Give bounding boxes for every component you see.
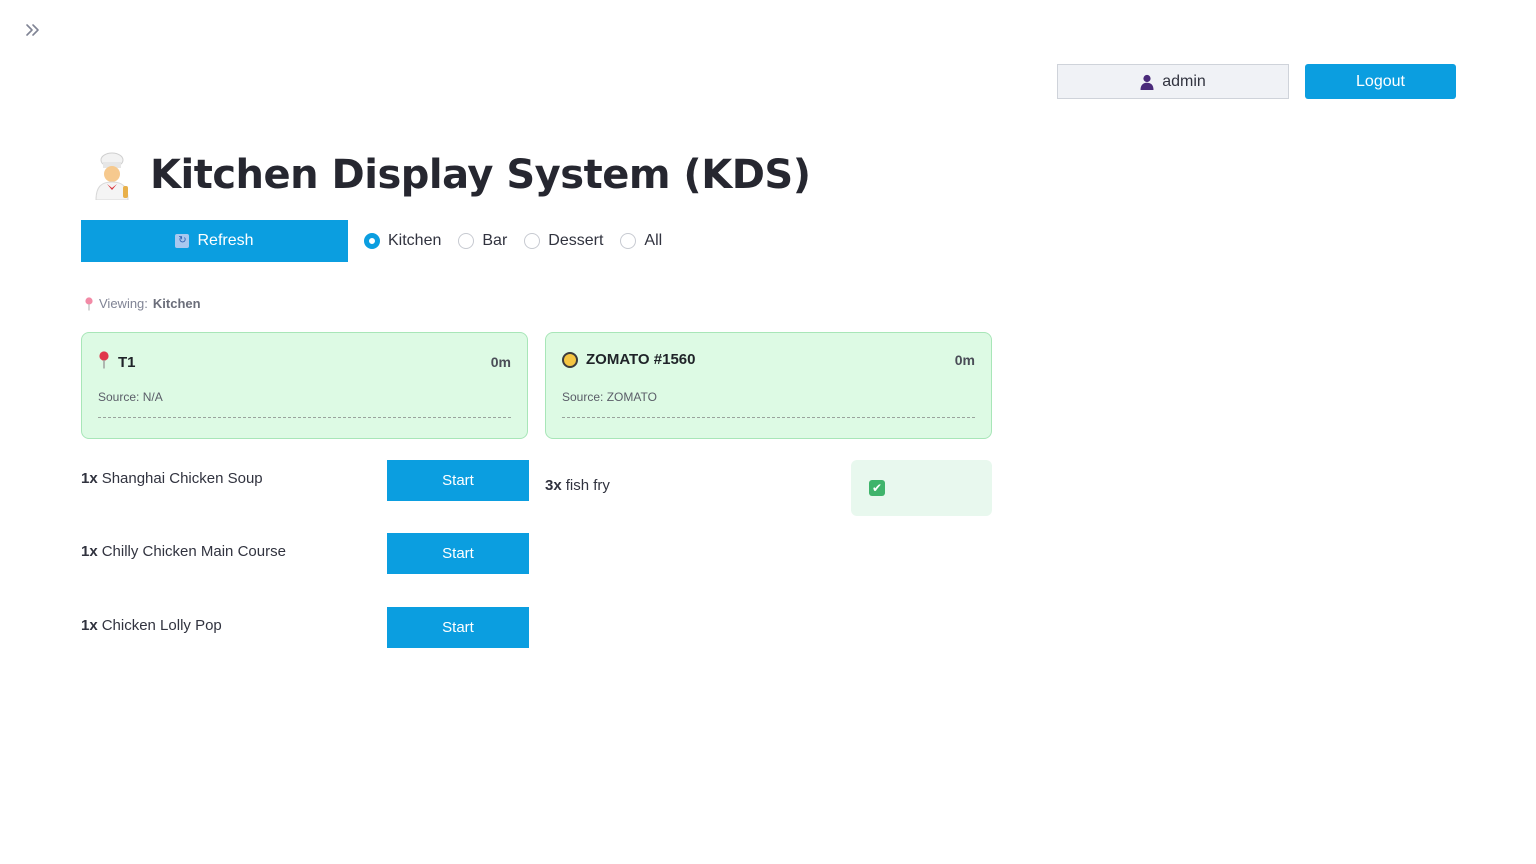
- pin-icon: [98, 351, 110, 373]
- logout-button[interactable]: Logout: [1305, 64, 1456, 99]
- radio-bar-circle[interactable]: [458, 233, 475, 249]
- radio-dessert[interactable]: Dessert: [524, 232, 603, 250]
- refresh-label: Refresh: [197, 232, 254, 249]
- item-qty: 1x: [81, 617, 98, 634]
- radio-kitchen-circle[interactable]: [364, 233, 380, 249]
- item-qty: 1x: [81, 543, 98, 560]
- item-name: Shanghai Chicken Soup: [101, 470, 263, 487]
- page-title: Kitchen Display System (KDS): [150, 152, 811, 198]
- user-icon: [1140, 74, 1154, 90]
- order-elapsed: 0m: [490, 354, 511, 370]
- order-item: 1x Shanghai Chicken Soup: [81, 470, 263, 487]
- card-divider: [562, 417, 975, 418]
- start-button[interactable]: Start: [387, 460, 529, 501]
- sidebar-expand-icon[interactable]: [24, 20, 42, 40]
- order-card-header: ZOMATO #1560 0m: [562, 351, 975, 368]
- viewing-prefix: Viewing:: [99, 296, 148, 311]
- order-elapsed: 0m: [954, 351, 975, 368]
- item-name: Chilly Chicken Main Course: [101, 543, 286, 560]
- radio-bar-label: Bar: [482, 232, 508, 249]
- start-button[interactable]: Start: [387, 533, 529, 574]
- username: admin: [1162, 72, 1206, 90]
- order-title: T1: [118, 353, 136, 371]
- card-divider: [98, 417, 511, 418]
- order-item: 1x Chilly Chicken Main Course: [81, 543, 286, 560]
- radio-kitchen-label: Kitchen: [388, 232, 442, 249]
- check-icon: ✔: [869, 480, 885, 496]
- order-title-group: T1: [98, 351, 136, 373]
- item-qty: 1x: [81, 470, 98, 487]
- refresh-icon: ↻: [175, 234, 190, 248]
- viewing-caption: Viewing: Kitchen: [84, 296, 201, 311]
- item-done-status: ✔: [851, 460, 992, 516]
- refresh-button[interactable]: ↻ Refresh: [81, 220, 348, 262]
- order-card-zomato-1560: ZOMATO #1560 0m Source: ZOMATO: [545, 332, 992, 439]
- order-source: Source: ZOMATO: [562, 390, 657, 404]
- chef-icon: [90, 150, 134, 201]
- viewing-value: Kitchen: [152, 296, 201, 311]
- radio-all-label: All: [644, 232, 663, 249]
- radio-all-circle[interactable]: [620, 233, 637, 249]
- station-radio-group: Kitchen Bar Dessert All: [364, 231, 679, 251]
- user-display: admin: [1057, 64, 1289, 99]
- radio-dessert-label: Dessert: [548, 232, 604, 249]
- item-name: fish fry: [565, 477, 610, 494]
- order-title: ZOMATO #1560: [586, 351, 696, 368]
- order-source: Source: N/A: [98, 390, 163, 404]
- radio-bar[interactable]: Bar: [458, 232, 507, 250]
- order-item: 1x Chicken Lolly Pop: [81, 617, 222, 634]
- radio-dessert-circle[interactable]: [524, 233, 541, 249]
- page-header: Kitchen Display System (KDS): [90, 150, 811, 201]
- zomato-icon: [562, 351, 578, 368]
- order-card-header: T1 0m: [98, 351, 511, 373]
- order-card-t1: T1 0m Source: N/A: [81, 332, 528, 439]
- radio-all[interactable]: All: [620, 232, 662, 250]
- start-button[interactable]: Start: [387, 607, 529, 648]
- item-qty: 3x: [545, 477, 562, 494]
- order-title-group: ZOMATO #1560: [562, 351, 695, 368]
- order-item: 3x fish fry: [545, 477, 610, 494]
- pin-icon: [84, 296, 94, 311]
- item-name: Chicken Lolly Pop: [101, 617, 222, 634]
- radio-kitchen[interactable]: Kitchen: [364, 232, 441, 250]
